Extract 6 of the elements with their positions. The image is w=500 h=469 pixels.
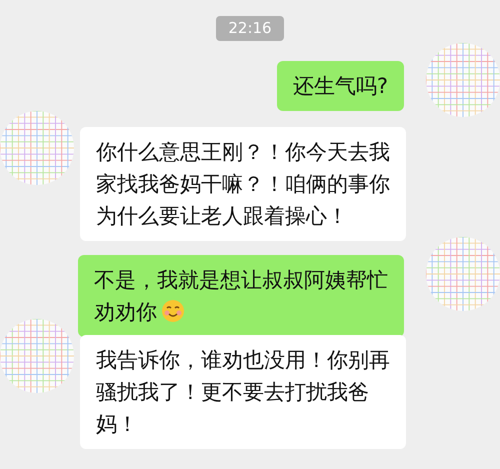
message-bubble: 你什么意思王刚？！你今天去我家找我爸妈干嘛？！咱俩的事你为什么要让老人跟着操心！: [80, 126, 406, 240]
message-bubble: 还生气吗?: [276, 60, 404, 110]
smiley-icon: [161, 298, 185, 322]
message-bubble: 我告诉你，谁劝也没用！你别再骚扰我了！更不要去打扰我爸妈！: [80, 334, 406, 448]
timestamp: 22:16: [216, 16, 284, 40]
message-bubble: 不是，我就是想让叔叔阿姨帮忙劝劝你: [78, 254, 404, 336]
